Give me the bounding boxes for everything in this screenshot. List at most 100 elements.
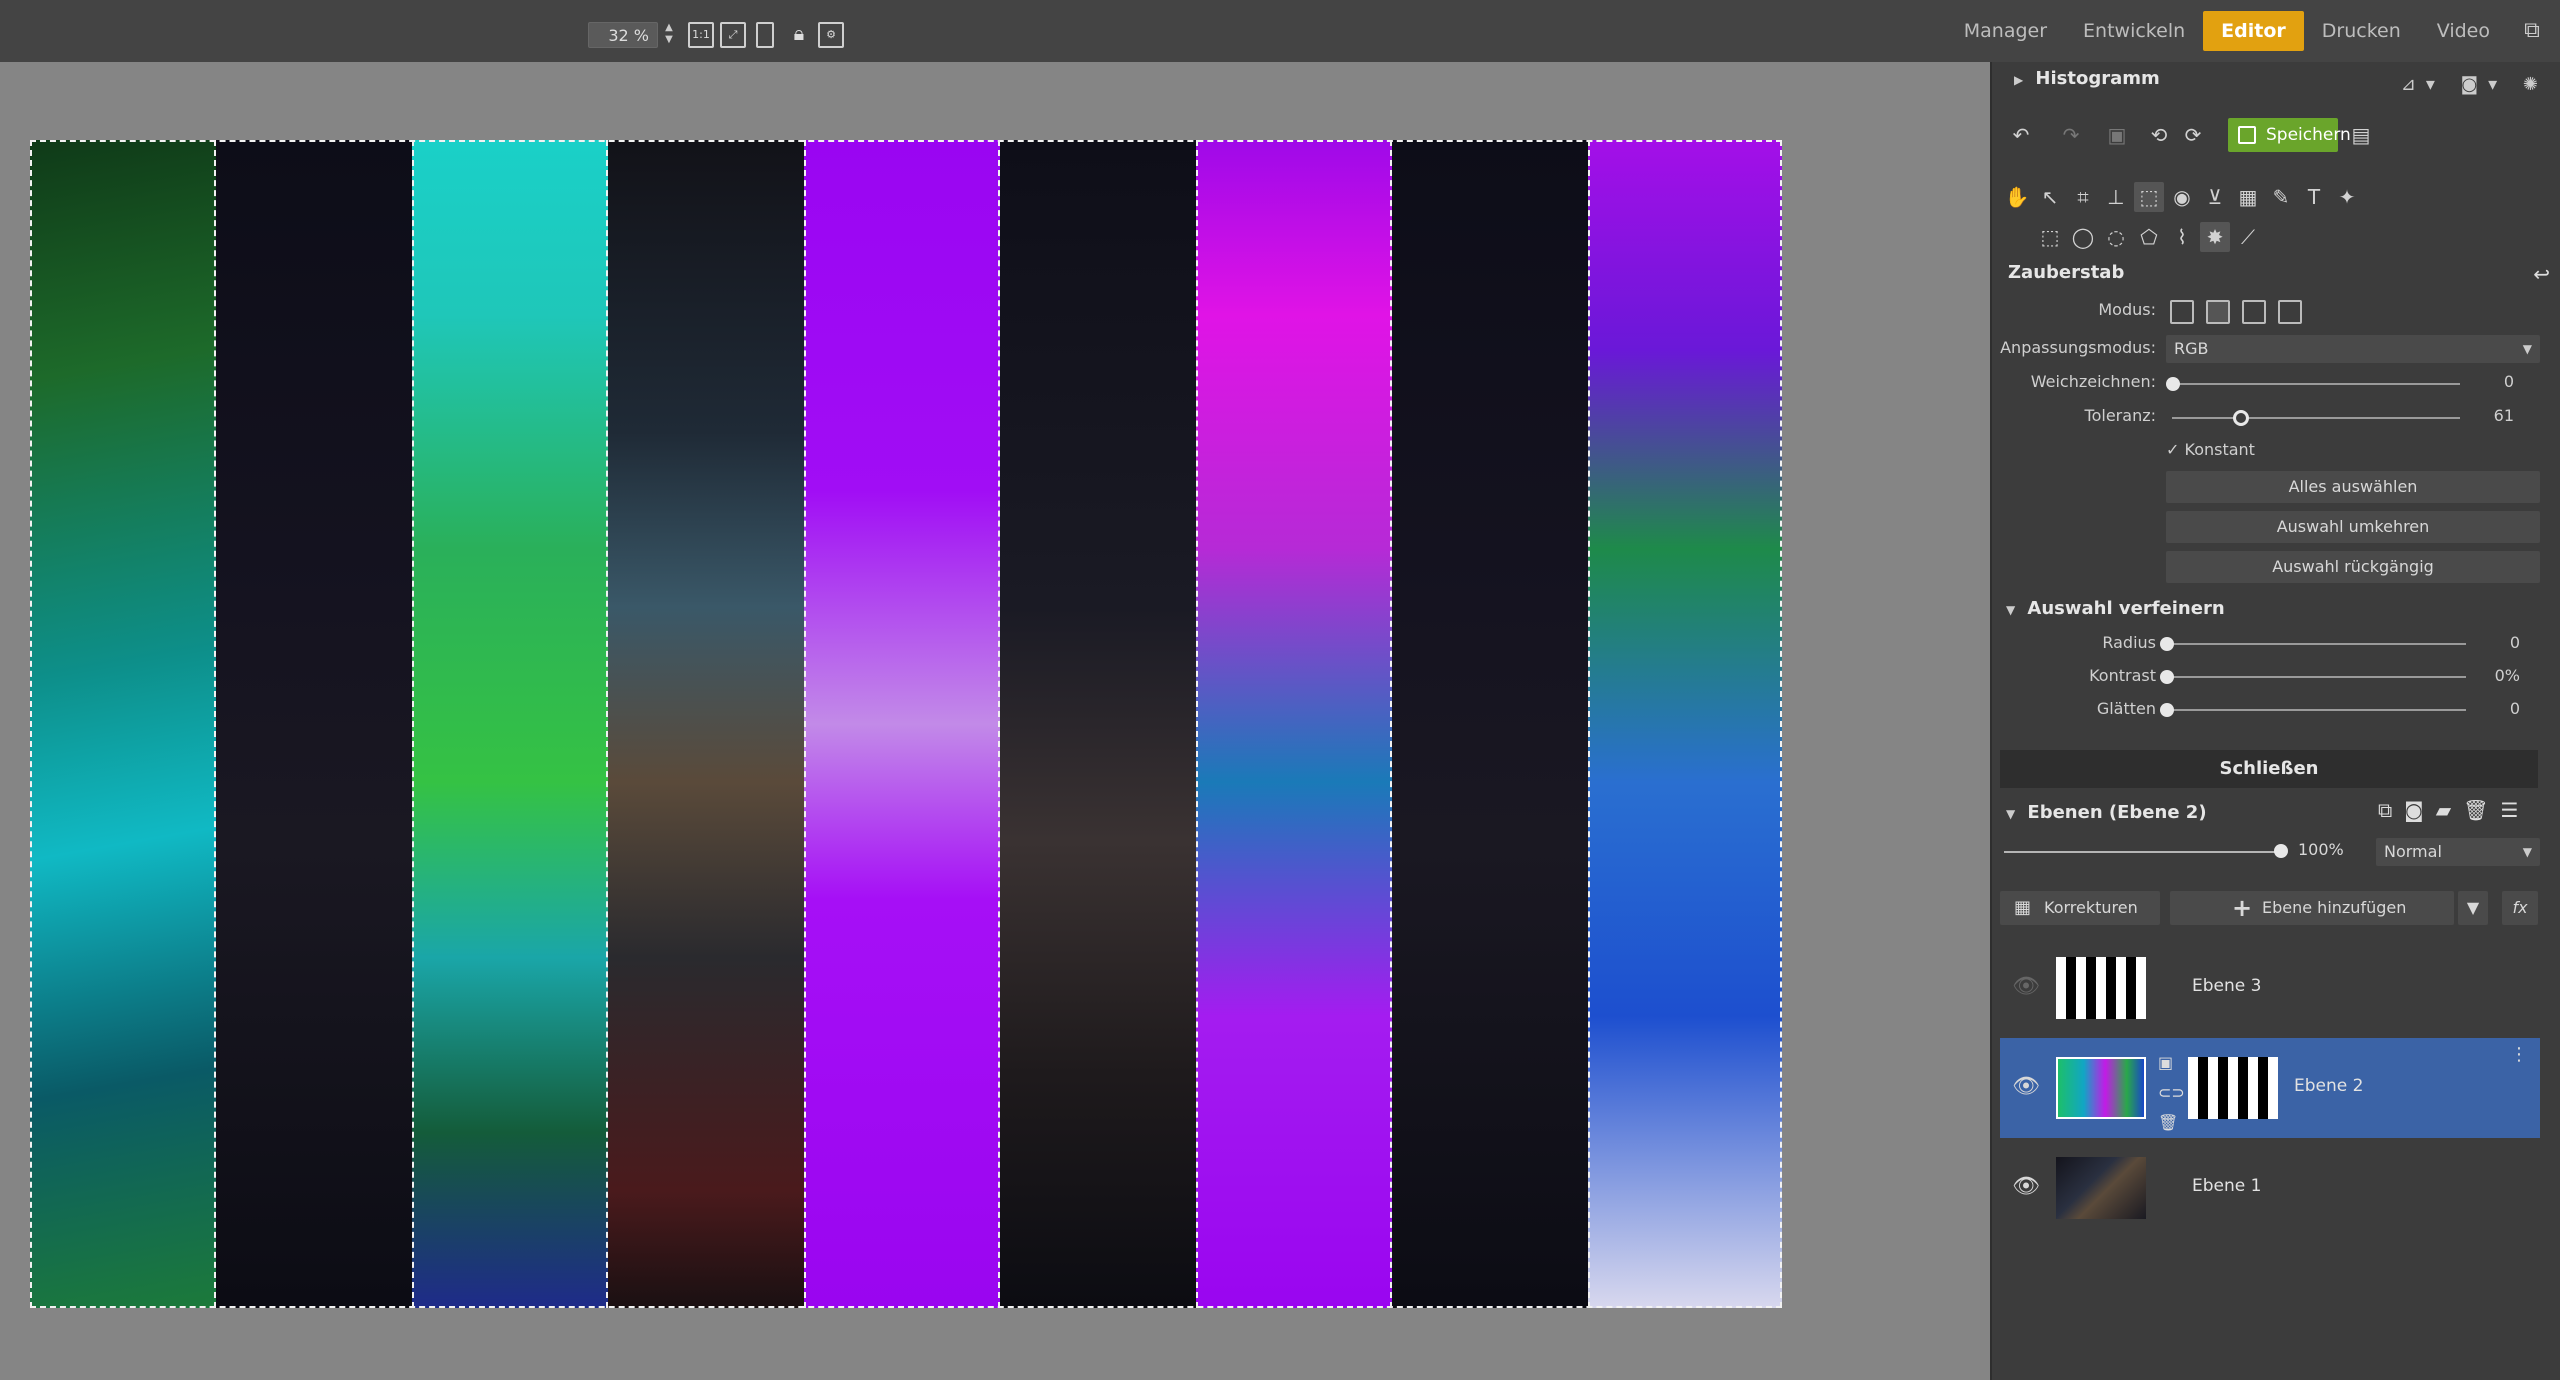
glaetten-slider-knob[interactable] xyxy=(2160,703,2174,717)
rect-select-icon[interactable]: ⬚ xyxy=(2035,222,2065,252)
fx-button[interactable]: fx xyxy=(2502,891,2538,925)
image-settings-icon[interactable]: ⚙ xyxy=(818,22,844,48)
add-layer-button[interactable]: + Ebene hinzufügen xyxy=(2170,891,2454,925)
rotate-left-icon[interactable]: ⟲ xyxy=(2144,120,2174,150)
tab-manager[interactable]: Manager xyxy=(1946,11,2065,51)
add-layer-dropdown[interactable]: ▼ xyxy=(2458,891,2488,925)
invert-selection-button[interactable]: Auswahl umkehren xyxy=(2166,511,2540,543)
image-strip xyxy=(1000,140,1196,1308)
histogram-header[interactable]: ▶ Histogramm ⊿▾ ◙▾ ✺ xyxy=(1992,68,2560,98)
magnetic-lasso-icon[interactable]: ⌇ xyxy=(2167,222,2197,252)
tab-editor[interactable]: Editor xyxy=(2203,11,2304,51)
crop-tool-icon[interactable]: ⌗ xyxy=(2068,182,2098,212)
mode-add-icon[interactable] xyxy=(2206,300,2230,324)
red-eye-tool-icon[interactable]: ◉ xyxy=(2167,182,2197,212)
kontrast-slider-track[interactable] xyxy=(2172,676,2466,678)
opacity-slider-knob[interactable] xyxy=(2274,844,2288,858)
close-tool-button[interactable]: Schließen xyxy=(2000,750,2538,788)
canvas-area[interactable] xyxy=(0,62,1990,1380)
layer-row[interactable]: 👁︎ Ebene 3 xyxy=(2000,938,2540,1038)
perspective-tool-icon[interactable]: ⬚ xyxy=(2134,182,2164,212)
selection-brush-icon[interactable]: ⟋ xyxy=(2233,222,2263,252)
layer-thumbnail xyxy=(2056,1157,2146,1219)
radius-label: Radius xyxy=(2102,633,2156,652)
image-canvas[interactable] xyxy=(30,140,1782,1308)
kontrast-label: Kontrast xyxy=(2089,666,2156,685)
korrekturen-label: Korrekturen xyxy=(2044,898,2138,917)
mode-subtract-icon[interactable] xyxy=(2242,300,2266,324)
rotate-right-icon[interactable]: ⟳ xyxy=(2178,120,2208,150)
mode-new-icon[interactable] xyxy=(2170,300,2194,324)
zoom-1to1-icon[interactable]: 1:1 xyxy=(688,22,714,48)
refine-header[interactable]: ▼ Auswahl verfeinern xyxy=(2006,598,2225,619)
effects-tool-icon[interactable]: ✦ xyxy=(2332,182,2362,212)
menu-icon[interactable]: ☰ xyxy=(2500,798,2530,822)
zoom-stepper[interactable]: ▲ ▼ xyxy=(662,22,676,48)
mask-thumbnail[interactable] xyxy=(2188,1057,2278,1119)
radius-slider-track[interactable] xyxy=(2172,643,2466,645)
undo-selection-button[interactable]: Auswahl rückgängig xyxy=(2166,551,2540,583)
layers-header[interactable]: ▼ Ebenen (Ebene 2) xyxy=(2006,802,2207,823)
select-all-button[interactable]: Alles auswählen xyxy=(2166,471,2540,503)
layer-row-selected[interactable]: 👁︎ ▣ ⊂⊃ 🗑︎ Ebene 2 ⋮ xyxy=(2000,1038,2540,1138)
histogram-options-icon[interactable]: ⊿▾ ◙▾ ✺ xyxy=(2401,74,2548,95)
layer-more-icon[interactable]: ⋮ xyxy=(2510,1044,2528,1065)
lock-icon[interactable]: 🔒︎ xyxy=(786,22,812,48)
toleranz-slider-track[interactable] xyxy=(2172,417,2460,419)
tool-reset-icon[interactable]: ↩ xyxy=(2533,262,2550,286)
opacity-slider-track[interactable] xyxy=(2004,851,2282,853)
weich-slider-track[interactable] xyxy=(2172,383,2460,385)
toleranz-label: Toleranz: xyxy=(2084,406,2156,425)
expand-triangle-icon: ▼ xyxy=(2006,807,2016,821)
tab-entwickeln[interactable]: Entwickeln xyxy=(2065,11,2203,51)
layer-thumbnail xyxy=(2056,1057,2146,1119)
layer-row[interactable]: 👁︎ Ebene 1 xyxy=(2000,1138,2540,1238)
history-icon[interactable]: ▣ xyxy=(2102,120,2132,150)
mode-intersect-icon[interactable] xyxy=(2278,300,2302,324)
lasso-icon[interactable]: ◌ xyxy=(2101,222,2131,252)
selection-edge-top xyxy=(30,140,1782,142)
duplicate-layer-icon[interactable]: ⧉ xyxy=(2378,798,2404,822)
fit-height-icon[interactable] xyxy=(756,22,774,48)
visibility-eye-icon[interactable]: 👁︎ xyxy=(2012,1174,2040,1199)
anpassung-select[interactable]: RGB ▼ xyxy=(2166,335,2540,363)
plus-icon: + xyxy=(2232,894,2253,922)
radius-slider-knob[interactable] xyxy=(2160,637,2174,651)
tab-video[interactable]: Video xyxy=(2419,11,2508,51)
toleranz-slider-knob[interactable] xyxy=(2233,410,2250,426)
redo-icon[interactable]: ↷ xyxy=(2056,120,2086,150)
blend-mode-select[interactable]: Normal ▼ xyxy=(2376,838,2540,866)
glaetten-slider-track[interactable] xyxy=(2172,709,2466,711)
ellipse-select-icon[interactable]: ◯ xyxy=(2068,222,2098,252)
clone-stamp-icon[interactable]: ⊻ xyxy=(2200,182,2230,212)
visibility-eye-icon[interactable]: 👁︎ xyxy=(2012,974,2040,999)
hand-tool-icon[interactable]: ✋ xyxy=(2002,182,2032,212)
text-tool-icon[interactable]: T xyxy=(2299,182,2329,212)
grid-tool-icon[interactable]: ▦ xyxy=(2233,182,2263,212)
straighten-tool-icon[interactable]: ⊥ xyxy=(2101,182,2131,212)
visibility-eye-icon[interactable]: 👁︎ xyxy=(2012,1074,2040,1099)
tab-drucken[interactable]: Drucken xyxy=(2304,11,2419,51)
folder-icon[interactable]: ▰ xyxy=(2436,798,2463,822)
undo-icon[interactable]: ↶ xyxy=(2006,120,2036,150)
layer-mask-icon[interactable]: ◙ xyxy=(2404,798,2435,822)
external-window-icon[interactable]: ⧉ xyxy=(2514,11,2550,51)
korrekturen-button[interactable]: ▦ Korrekturen xyxy=(2000,891,2160,925)
select-tool-icon[interactable]: ↖ xyxy=(2035,182,2065,212)
magic-wand-icon[interactable]: ✸ xyxy=(2200,222,2230,252)
trash-icon[interactable]: 🗑︎ xyxy=(2463,798,2500,822)
polygon-lasso-icon[interactable]: ⬠ xyxy=(2134,222,2164,252)
weich-slider-knob[interactable] xyxy=(2166,377,2180,391)
kontrast-slider-knob[interactable] xyxy=(2160,670,2174,684)
fit-screen-icon[interactable]: ⤢ xyxy=(720,22,746,48)
chevron-down-icon: ▼ xyxy=(2522,342,2532,356)
toleranz-value: 61 xyxy=(2493,406,2514,425)
save-button[interactable]: Speichern xyxy=(2228,118,2351,152)
image-strip xyxy=(1392,140,1588,1308)
adjustments-icon: ▦ xyxy=(2014,897,2032,918)
konstant-checkbox[interactable]: ✓ Konstant xyxy=(2166,440,2255,459)
zoom-input[interactable]: 32 % xyxy=(588,22,658,48)
weich-label: Weichzeichnen: xyxy=(2030,372,2156,391)
save-as-icon[interactable]: ▤ xyxy=(2346,120,2376,150)
brush-tool-icon[interactable]: ✎ xyxy=(2266,182,2296,212)
